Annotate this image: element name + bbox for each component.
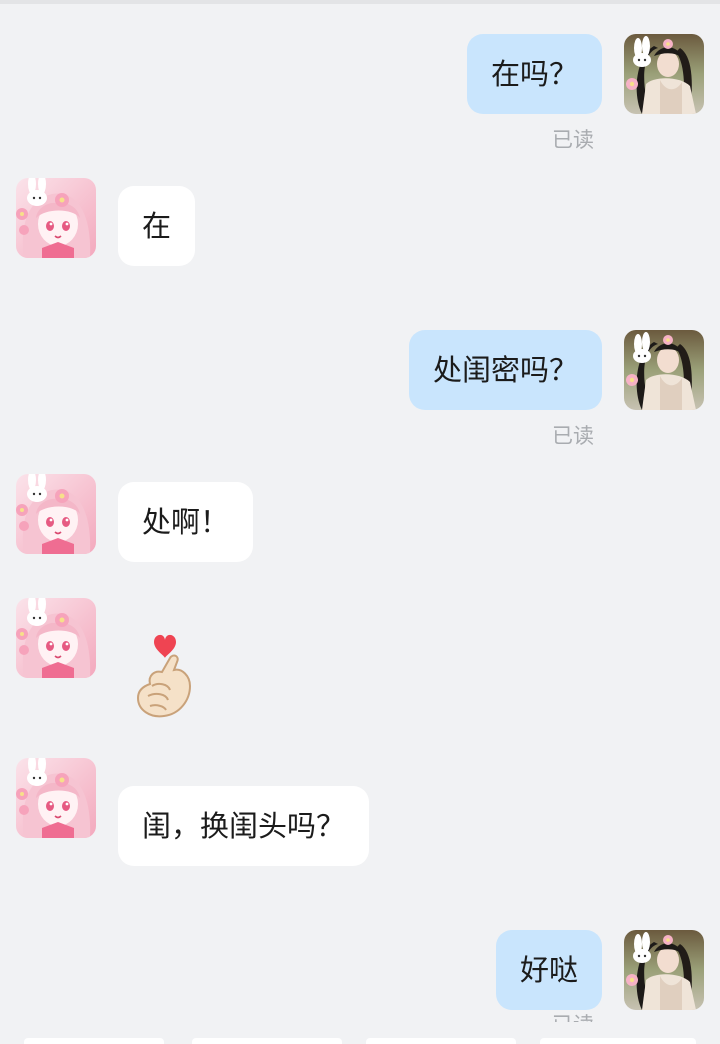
self-avatar-image: [624, 34, 704, 114]
message-bubble-self[interactable]: 好哒: [495, 930, 602, 1010]
input-bar-edge: [0, 1036, 720, 1044]
message-bubble-friend[interactable]: 在: [118, 186, 196, 266]
friend-avatar[interactable]: [16, 758, 96, 838]
toolbar-button-edge: [540, 1038, 696, 1044]
toolbar-button-edge: [366, 1038, 516, 1044]
self-avatar[interactable]: [624, 930, 704, 1010]
read-receipt: 已读: [552, 1008, 594, 1022]
self-avatar-image: [624, 330, 704, 410]
chat-history[interactable]: 在吗？ 已读 在 处闺密吗？ 已读 处啊！ 闺，换闺头吗？ 好哒: [0, 0, 720, 1042]
finger-heart-icon[interactable]: [132, 628, 202, 724]
self-avatar-image: [624, 930, 704, 1010]
friend-avatar[interactable]: [16, 178, 96, 258]
friend-avatar-image: [16, 598, 96, 678]
friend-avatar[interactable]: [16, 598, 96, 678]
toolbar-button-edge: [24, 1038, 164, 1044]
message-bubble-friend[interactable]: 闺，换闺头吗？: [118, 786, 370, 866]
friend-avatar[interactable]: [16, 474, 96, 554]
message-bubble-self[interactable]: 处闺密吗？: [408, 330, 602, 410]
read-receipt: 已读: [552, 128, 594, 152]
friend-avatar-image: [16, 178, 96, 258]
message-bubble-friend[interactable]: 处啊！: [118, 482, 254, 562]
friend-avatar-image: [16, 758, 96, 838]
message-bubble-self[interactable]: 在吗？: [466, 34, 602, 114]
finger-heart-sticker: [136, 634, 192, 718]
friend-avatar-image: [16, 474, 96, 554]
self-avatar[interactable]: [624, 330, 704, 410]
read-receipt: 已读: [552, 424, 594, 448]
toolbar-button-edge: [192, 1038, 342, 1044]
self-avatar[interactable]: [624, 34, 704, 114]
